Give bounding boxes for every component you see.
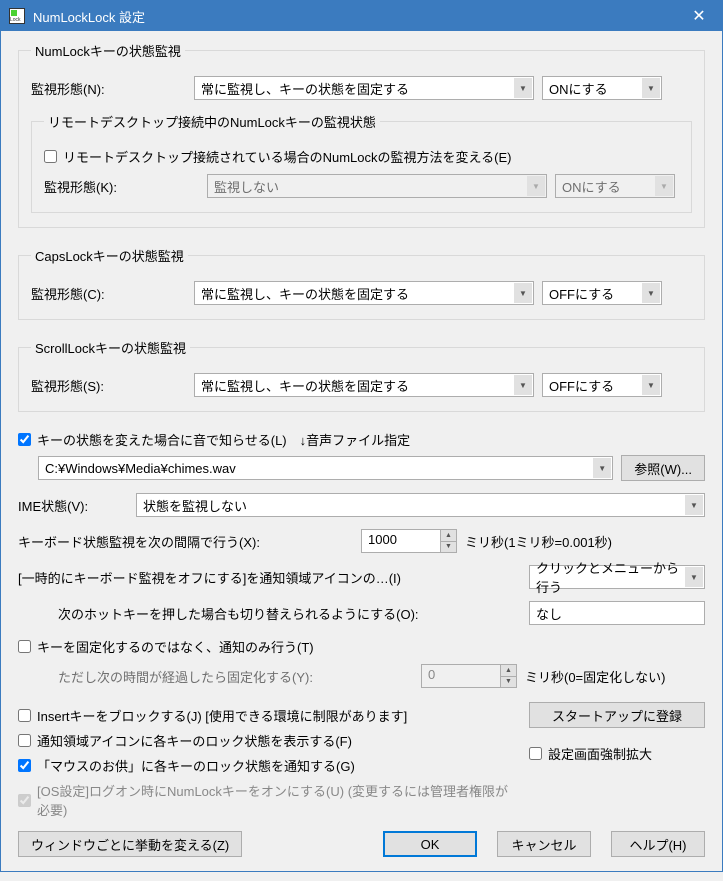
remote-onoff-select: ONにする ▼ [555, 174, 675, 198]
chevron-down-icon: ▼ [593, 458, 611, 478]
app-icon [9, 8, 25, 24]
tempoff-select[interactable]: クリックとメニューから行う ▼ [529, 565, 705, 589]
per-window-button[interactable]: ウィンドウごとに挙動を変える(Z) [18, 831, 242, 857]
spin-down-icon: ▼ [441, 542, 456, 553]
numlock-mode-select[interactable]: 常に監視し、キーの状態を固定する ▼ [194, 76, 534, 100]
numlock-onoff-select[interactable]: ONにする ▼ [542, 76, 662, 100]
remote-mode-label: 監視形態(K): [44, 177, 199, 196]
insert-label: Insertキーをブロックする(J) [使用できる環境に制限があります] [37, 706, 407, 725]
sound-checkbox-label: キーの状態を変えた場合に音で知らせる(L) ↓音声ファイル指定 [37, 430, 410, 449]
ime-label: IME状態(V): [18, 496, 128, 515]
insert-checkbox[interactable] [18, 709, 31, 722]
numlock-mode-label: 監視形態(N): [31, 79, 186, 98]
chevron-down-icon: ▼ [685, 495, 703, 515]
group-numlock-legend: NumLockキーの状態監視 [31, 41, 185, 60]
browse-button[interactable]: 参照(W)... [621, 455, 705, 481]
spin-up-icon: ▲ [501, 665, 516, 677]
group-capslock: CapsLockキーの状態監視 監視形態(C): 常に監視し、キーの状態を固定す… [18, 246, 705, 320]
chevron-down-icon: ▼ [514, 283, 532, 303]
chevron-down-icon: ▼ [514, 375, 532, 395]
notifyonly-suffix: ミリ秒(0=固定化しない) [525, 667, 665, 686]
group-scrolllock: ScrollLockキーの状態監視 監視形態(S): 常に監視し、キーの状態を固… [18, 338, 705, 412]
group-scrolllock-legend: ScrollLockキーの状態監視 [31, 338, 190, 357]
help-button[interactable]: ヘルプ(H) [611, 831, 705, 857]
interval-suffix: ミリ秒(1ミリ秒=0.001秒) [465, 532, 612, 551]
interval-spinner[interactable]: 1000 ▲▼ [361, 529, 457, 553]
oslogon-label: [OS設定]ログオン時にNumLockキーをオンにする(U) (変更するには管理… [37, 781, 509, 819]
chevron-down-icon: ▼ [655, 176, 673, 196]
chevron-down-icon: ▼ [514, 78, 532, 98]
hotkey-label: 次のホットキーを押した場合も切り替えられるようにする(O): [58, 604, 521, 623]
mouse-label: 「マウスのお供」に各キーのロック状態を通知する(G) [37, 756, 355, 775]
remote-mode-select: 監視しない ▼ [207, 174, 547, 198]
chevron-down-icon: ▼ [527, 176, 545, 196]
ime-select[interactable]: 状態を監視しない ▼ [136, 493, 705, 517]
group-numlock: NumLockキーの状態監視 監視形態(N): 常に監視し、キーの状態を固定する… [18, 41, 705, 228]
capslock-mode-select[interactable]: 常に監視し、キーの状態を固定する ▼ [194, 281, 534, 305]
chevron-down-icon: ▼ [642, 283, 660, 303]
interval-label: キーボード状態監視を次の間隔で行う(X): [18, 532, 353, 551]
notifyonly-sub-label: ただし次の時間が経過したら固定化する(Y): [58, 667, 413, 686]
sound-checkbox[interactable] [18, 433, 31, 446]
hotkey-input[interactable]: なし [529, 601, 705, 625]
force-enlarge-checkbox[interactable] [529, 747, 542, 760]
capslock-onoff-select[interactable]: OFFにする ▼ [542, 281, 662, 305]
sound-path-combo[interactable]: C:¥Windows¥Media¥chimes.wav ▼ [38, 456, 613, 480]
force-enlarge-label: 設定画面強制拡大 [548, 744, 652, 763]
scrolllock-mode-select[interactable]: 常に監視し、キーの状態を固定する ▼ [194, 373, 534, 397]
notifyonly-label: キーを固定化するのではなく、通知のみ行う(T) [37, 637, 314, 656]
spin-down-icon: ▼ [501, 677, 516, 688]
group-numlock-remote: リモートデスクトップ接続中のNumLockキーの監視状態 リモートデスクトップ接… [31, 112, 692, 213]
chevron-down-icon: ▼ [642, 375, 660, 395]
ok-button[interactable]: OK [383, 831, 477, 857]
oslogon-checkbox [18, 794, 31, 807]
trayicon-label: 通知領域アイコンに各キーのロック状態を表示する(F) [37, 731, 352, 750]
mouse-checkbox[interactable] [18, 759, 31, 772]
startup-button[interactable]: スタートアップに登録 [529, 702, 705, 728]
scrolllock-onoff-select[interactable]: OFFにする ▼ [542, 373, 662, 397]
trayicon-checkbox[interactable] [18, 734, 31, 747]
spin-up-icon: ▲ [441, 530, 456, 542]
close-icon[interactable]: ✕ [676, 1, 722, 31]
cancel-button[interactable]: キャンセル [497, 831, 591, 857]
group-numlock-remote-legend: リモートデスクトップ接続中のNumLockキーの監視状態 [44, 112, 380, 131]
notifyonly-checkbox[interactable] [18, 640, 31, 653]
remote-checkbox-label: リモートデスクトップ接続されている場合のNumLockの監視方法を変える(E) [63, 147, 511, 166]
tempoff-label: [一時的にキーボード監視をオフにする]を通知領域アイコンの…(I) [18, 568, 521, 587]
chevron-down-icon: ▼ [642, 78, 660, 98]
titlebar: NumLockLock 設定 ✕ [1, 1, 722, 31]
window-title: NumLockLock 設定 [33, 7, 676, 26]
remote-checkbox[interactable] [44, 150, 57, 163]
chevron-down-icon: ▼ [685, 567, 703, 587]
group-capslock-legend: CapsLockキーの状態監視 [31, 246, 188, 265]
notifyonly-spinner: 0 ▲▼ [421, 664, 517, 688]
capslock-mode-label: 監視形態(C): [31, 284, 186, 303]
scrolllock-mode-label: 監視形態(S): [31, 376, 186, 395]
